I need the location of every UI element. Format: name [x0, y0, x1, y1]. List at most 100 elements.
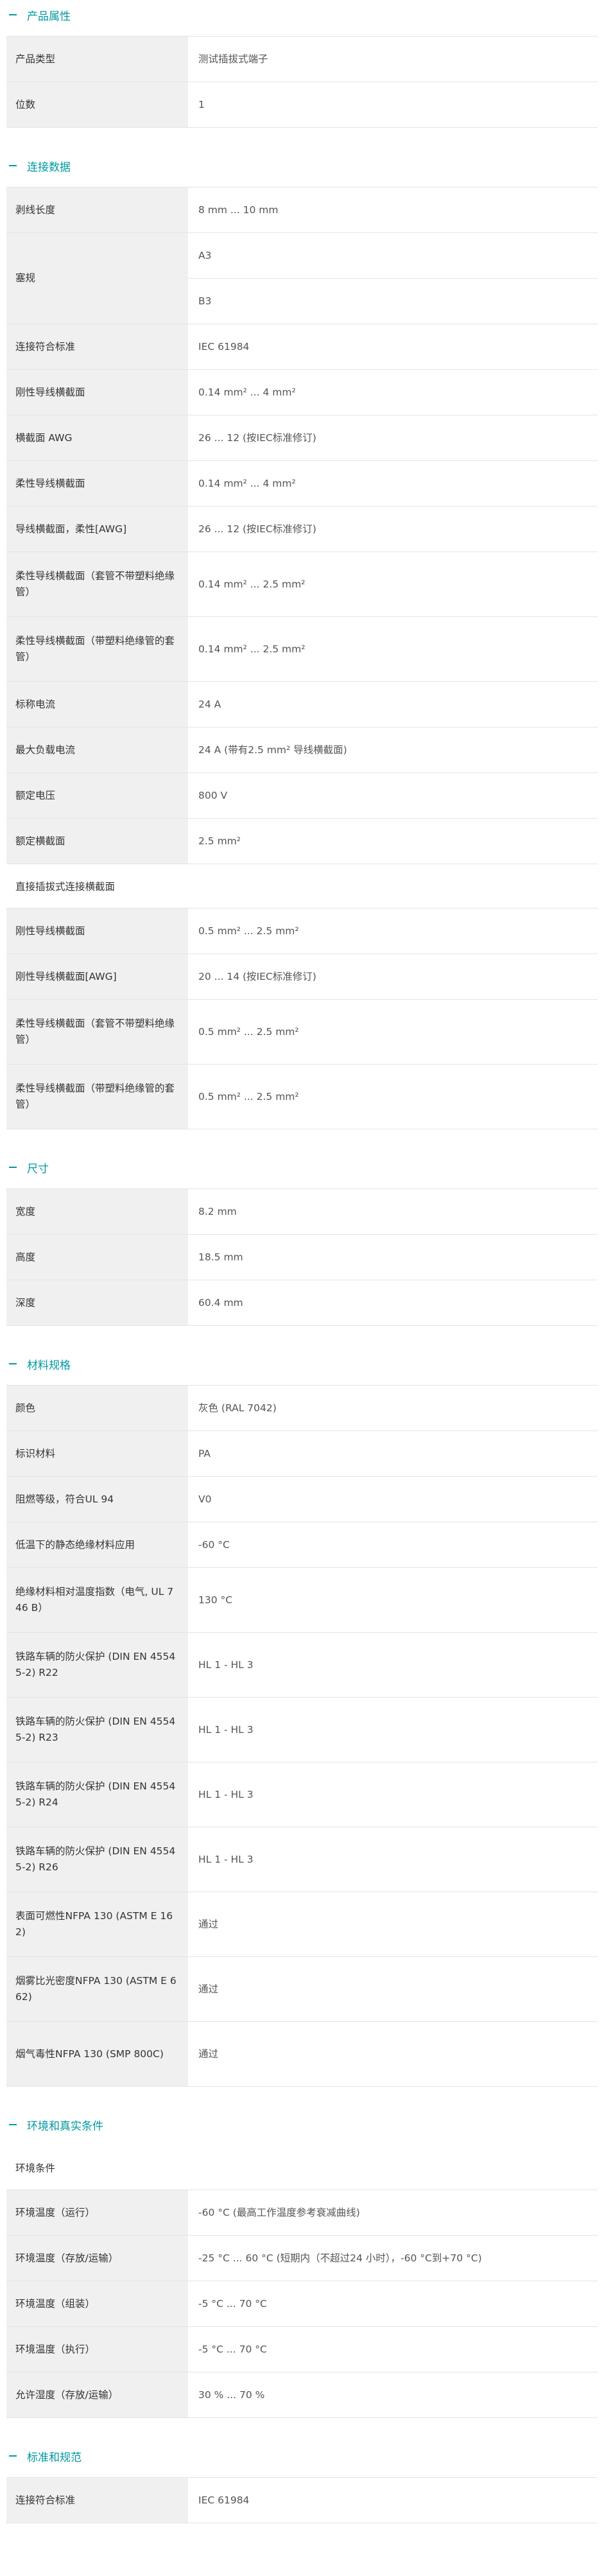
- spec-value: 26 ... 12 (按IEC标准修订): [188, 506, 598, 552]
- spec-row: 铁路车辆的防火保护 (DIN EN 45545-2) R24 HL 1 - HL …: [6, 1762, 598, 1827]
- section-header-material-specs: 材料规格: [0, 1349, 604, 1379]
- spec-value: -60 °C (最高工作温度参考衰减曲线): [188, 2189, 598, 2236]
- spec-value: 灰色 (RAL 7042): [188, 1385, 598, 1431]
- spec-value: 0.14 mm² ... 4 mm²: [188, 369, 598, 415]
- section-header-product-attributes: 产品属性: [0, 0, 604, 30]
- spec-row: 铁路车辆的防火保护 (DIN EN 45545-2) R26 HL 1 - HL …: [6, 1827, 598, 1892]
- spec-key: 表面可燃性NFPA 130 (ASTM E 162): [6, 1892, 188, 1957]
- spec-key: 连接符合标准: [6, 324, 188, 370]
- spec-row: 环境温度（组装） -5 °C ... 70 °C: [6, 2281, 598, 2327]
- spec-value: 0.14 mm² ... 2.5 mm²: [188, 552, 598, 617]
- spec-key: 柔性导线横截面（带塑料绝缘管的套管）: [6, 616, 188, 682]
- spec-page: 产品属性产品类型 测试插拔式端子 位数 1 连接数据剥线长度 8 mm ... 10 mm…: [0, 0, 604, 2576]
- spec-key: 塞规: [6, 232, 188, 324]
- spec-key: 铁路车辆的防火保护 (DIN EN 45545-2) R26: [6, 1827, 188, 1892]
- spec-value: -25 °C ... 60 °C (短期内（不超过24 小时），-60 °C到+…: [188, 2235, 598, 2281]
- spec-value: 8 mm ... 10 mm: [188, 187, 598, 233]
- spec-value: PA: [188, 1431, 598, 1477]
- spec-key: 环境温度（执行）: [6, 2326, 188, 2372]
- spec-value: HL 1 - HL 3: [188, 1827, 598, 1892]
- spec-row: 表面可燃性NFPA 130 (ASTM E 162) 通过: [6, 1892, 598, 1957]
- section-title: 环境和真实条件: [27, 2119, 103, 2133]
- spec-key: 铁路车辆的防火保护 (DIN EN 45545-2) R23: [6, 1697, 188, 1762]
- spec-key: 刚性导线横截面[AWG]: [6, 953, 188, 1000]
- spec-row: 高度 18.5 mm: [6, 1234, 598, 1280]
- section-header-spacer: [0, 180, 604, 187]
- spec-value: 0.5 mm² ... 2.5 mm²: [188, 908, 598, 954]
- subsection-title: 环境条件: [15, 2163, 56, 2174]
- spec-value: 通过: [188, 1892, 598, 1957]
- spec-row: 烟气毒性NFPA 130 (SMP 800C) 通过: [6, 2021, 598, 2087]
- section-dash-icon: [9, 2124, 17, 2125]
- spec-key: 额定横截面: [6, 818, 188, 864]
- spec-value: 130 °C: [188, 1567, 598, 1633]
- spec-key: 允许湿度（存放/运输）: [6, 2372, 188, 2418]
- section-header-standards: 标准和规范: [0, 2441, 604, 2471]
- spec-row: 柔性导线横截面（套管不带塑料绝缘管） 0.14 mm² ... 2.5 mm²: [6, 552, 598, 617]
- spec-value: 800 V: [188, 772, 598, 819]
- spec-key: 环境温度（运行）: [6, 2189, 188, 2236]
- spec-row: 铁路车辆的防火保护 (DIN EN 45545-2) R23 HL 1 - HL …: [6, 1697, 598, 1762]
- spec-row: 标称电流 24 A: [6, 681, 598, 727]
- spec-value: IEC 61984: [188, 2477, 598, 2523]
- section-header-dimensions: 尺寸: [0, 1153, 604, 1182]
- spec-row: 柔性导线横截面 0.14 mm² ... 4 mm²: [6, 460, 598, 507]
- spec-value: 60.4 mm: [188, 1280, 598, 1326]
- spec-value: 18.5 mm: [188, 1234, 598, 1280]
- spec-value: HL 1 - HL 3: [188, 1762, 598, 1827]
- spec-key: 柔性导线横截面（套管不带塑料绝缘管）: [6, 552, 188, 617]
- section-title: 标准和规范: [27, 2451, 82, 2464]
- spec-key: 宽度: [6, 1188, 188, 1235]
- spec-value: 1: [188, 82, 598, 128]
- spec-value: 0.14 mm² ... 4 mm²: [188, 460, 598, 507]
- spec-key: 烟雾比光密度NFPA 130 (ASTM E 662): [6, 1956, 188, 2022]
- spec-key: 标称电流: [6, 681, 188, 727]
- spec-value: 24 A: [188, 681, 598, 727]
- spec-row: 环境温度（存放/运输） -25 °C ... 60 °C (短期内（不超过24 小…: [6, 2235, 598, 2281]
- spec-row: 烟雾比光密度NFPA 130 (ASTM E 662) 通过: [6, 1956, 598, 2022]
- spec-row: 标识材料 PA: [6, 1431, 598, 1477]
- spec-value: 8.2 mm: [188, 1188, 598, 1235]
- spec-value: -5 °C ... 70 °C: [188, 2326, 598, 2372]
- spec-value: 30 % ... 70 %: [188, 2372, 598, 2418]
- spec-key: 产品类型: [6, 36, 188, 82]
- spec-table: 刚性导线横截面 0.5 mm² ... 2.5 mm² 刚性导线横截面[AWG] 20…: [6, 908, 598, 1129]
- spec-row: 导线横截面，柔性[AWG] 26 ... 12 (按IEC标准修订): [6, 506, 598, 552]
- spec-row: 横截面 AWG 26 ... 12 (按IEC标准修订): [6, 415, 598, 461]
- spec-row: 宽度 8.2 mm: [6, 1188, 598, 1235]
- section-title: 尺寸: [27, 1162, 49, 1176]
- spec-value: 26 ... 12 (按IEC标准修订): [188, 415, 598, 461]
- spec-key: 刚性导线横截面: [6, 908, 188, 954]
- spec-value: 2.5 mm²: [188, 818, 598, 864]
- spec-value: IEC 61984: [188, 324, 598, 370]
- spec-key: 铁路车辆的防火保护 (DIN EN 45545-2) R24: [6, 1762, 188, 1827]
- spec-row: 剥线长度 8 mm ... 10 mm: [6, 187, 598, 233]
- spec-row: 绝缘材料相对温度指数（电气, UL 746 B） 130 °C: [6, 1567, 598, 1633]
- spec-key: 低温下的静态绝缘材料应用: [6, 1522, 188, 1568]
- section-header-connection-data: 连接数据: [0, 151, 604, 180]
- spec-key: 环境温度（组装）: [6, 2281, 188, 2327]
- spec-value: 0.5 mm² ... 2.5 mm²: [188, 1064, 598, 1129]
- spec-row: 位数 1: [6, 82, 598, 128]
- spec-key: 阻燃等级，符合UL 94: [6, 1476, 188, 1522]
- spec-row: 刚性导线横截面[AWG] 20 ... 14 (按IEC标准修订): [6, 953, 598, 1000]
- spec-value: B3: [188, 278, 598, 324]
- spec-value: -60 °C: [188, 1522, 598, 1568]
- section-header-spacer: [0, 2139, 604, 2146]
- section-header-spacer: [0, 1182, 604, 1188]
- spec-key: 导线横截面，柔性[AWG]: [6, 506, 188, 552]
- spec-key: 刚性导线横截面: [6, 369, 188, 415]
- spec-key: 高度: [6, 1234, 188, 1280]
- section-dash-icon: [9, 1167, 17, 1168]
- spec-key: 颜色: [6, 1385, 188, 1431]
- spec-key: 环境温度（存放/运输）: [6, 2235, 188, 2281]
- spec-key: 最大负载电流: [6, 727, 188, 773]
- spec-table: 颜色 灰色 (RAL 7042) 标识材料 PA 阻燃等级，符合UL 94 V0 低温下的静…: [6, 1385, 598, 2087]
- spec-row: 柔性导线横截面（套管不带塑料绝缘管） 0.5 mm² ... 2.5 mm²: [6, 999, 598, 1065]
- spec-row: 产品类型 测试插拔式端子: [6, 36, 598, 82]
- spec-value: V0: [188, 1476, 598, 1522]
